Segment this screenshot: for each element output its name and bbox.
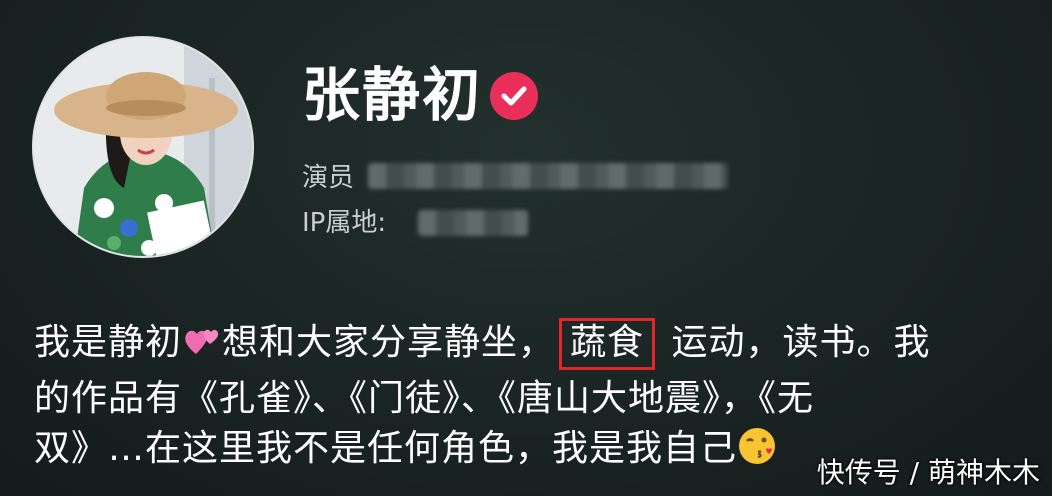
two-hearts-icon xyxy=(182,324,222,374)
kissing-face-icon xyxy=(737,426,777,480)
bio-line-1: 我是静初 想和大家分享静坐， 蔬食 运动，读书。我 xyxy=(34,318,1014,374)
occupation-label: 演员 xyxy=(302,163,355,193)
watermark-text: 快传号 / 萌神木木 xyxy=(816,456,1040,489)
ip-location-label: IP属地: xyxy=(302,208,387,238)
avatar-photo xyxy=(34,38,252,256)
bio-text-3: 运动，读书。我 xyxy=(671,322,931,363)
bio-text-2: 想和大家分享静坐， xyxy=(222,322,556,363)
profile-avatar[interactable] xyxy=(32,36,254,258)
highlighted-keyword: 蔬食 xyxy=(559,318,656,370)
bio-line-2: 的作品有《孔雀》、《门徒》、《唐山大地震》，《无 xyxy=(34,378,815,419)
occupation-detail-blurred xyxy=(368,163,728,189)
verified-badge-icon xyxy=(490,72,538,120)
profile-name: 张静初 xyxy=(302,61,483,129)
bio-text-4: 双》…在这里我不是任何角色，我是我自己 xyxy=(34,428,738,469)
bio-text-1: 我是静初 xyxy=(34,322,183,363)
ip-location-blurred xyxy=(418,210,528,236)
